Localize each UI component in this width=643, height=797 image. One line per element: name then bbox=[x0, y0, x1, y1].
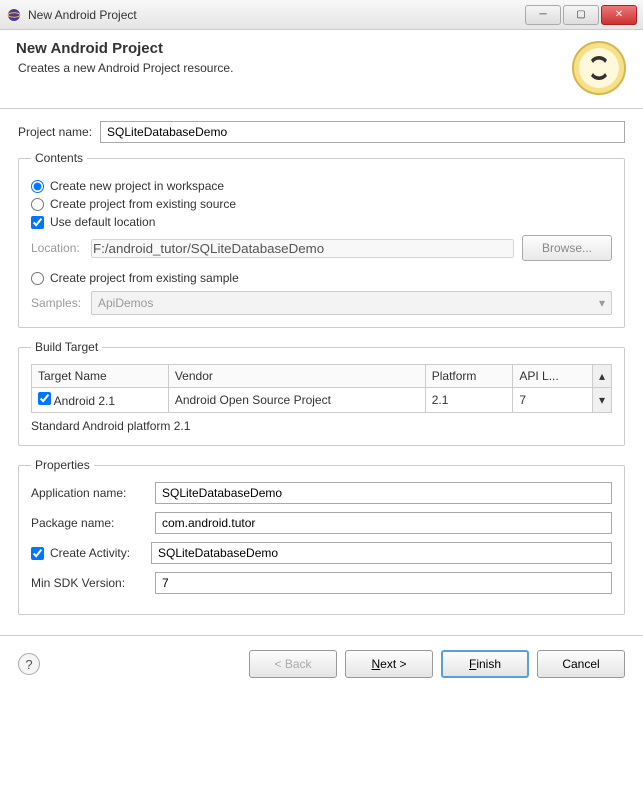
browse-button: Browse... bbox=[522, 235, 612, 261]
min-sdk-input[interactable] bbox=[155, 572, 612, 594]
back-button: < Back bbox=[249, 650, 337, 678]
help-icon: ? bbox=[25, 657, 32, 672]
android-badge-icon bbox=[571, 40, 627, 96]
next-button[interactable]: Next > bbox=[345, 650, 433, 678]
create-activity-input[interactable] bbox=[151, 542, 612, 564]
application-name-input[interactable] bbox=[155, 482, 612, 504]
opt-use-default[interactable]: Use default location bbox=[31, 215, 612, 229]
project-name-row: Project name: bbox=[18, 121, 625, 143]
minimize-button[interactable]: ─ bbox=[525, 5, 561, 25]
cancel-button[interactable]: Cancel bbox=[537, 650, 625, 678]
opt-existing-sample-radio[interactable] bbox=[31, 272, 44, 285]
close-button[interactable]: ✕ bbox=[601, 5, 637, 25]
application-name-row: Application name: bbox=[31, 482, 612, 504]
target-name: Android 2.1 bbox=[54, 394, 115, 408]
opt-new-workspace-radio[interactable] bbox=[31, 180, 44, 193]
wizard-footer: ? < Back Next > Finish Cancel bbox=[0, 635, 643, 692]
table-row[interactable]: Android 2.1 Android Open Source Project … bbox=[32, 388, 612, 413]
target-checkbox[interactable] bbox=[38, 392, 51, 405]
location-label: Location: bbox=[31, 241, 91, 255]
samples-value: ApiDemos bbox=[98, 296, 153, 310]
min-sdk-label: Min SDK Version: bbox=[31, 576, 147, 590]
finish-button[interactable]: Finish bbox=[441, 650, 529, 678]
target-vendor: Android Open Source Project bbox=[168, 388, 425, 413]
project-name-label: Project name: bbox=[18, 125, 92, 139]
eclipse-icon bbox=[6, 7, 22, 23]
col-target[interactable]: Target Name bbox=[32, 365, 169, 388]
package-name-label: Package name: bbox=[31, 516, 147, 530]
page-title: New Android Project bbox=[16, 40, 571, 57]
opt-existing-source-label: Create project from existing source bbox=[50, 197, 236, 211]
target-platform: 2.1 bbox=[425, 388, 513, 413]
project-name-input[interactable] bbox=[100, 121, 625, 143]
use-default-checkbox[interactable] bbox=[31, 216, 44, 229]
target-api: 7 bbox=[513, 388, 593, 413]
samples-select: ApiDemos ▾ bbox=[91, 291, 612, 315]
application-name-label: Application name: bbox=[31, 486, 147, 500]
window-title: New Android Project bbox=[28, 8, 523, 22]
properties-legend: Properties bbox=[31, 458, 94, 472]
build-target-table: Target Name Vendor Platform API L... ▴ A… bbox=[31, 364, 612, 413]
help-button[interactable]: ? bbox=[18, 653, 40, 675]
chevron-down-icon: ▾ bbox=[599, 296, 605, 310]
col-vendor[interactable]: Vendor bbox=[168, 365, 425, 388]
build-target-legend: Build Target bbox=[31, 340, 102, 354]
use-default-label: Use default location bbox=[50, 215, 155, 229]
properties-group: Properties Application name: Package nam… bbox=[18, 458, 625, 615]
opt-new-workspace-label: Create new project in workspace bbox=[50, 179, 224, 193]
col-api[interactable]: API L... bbox=[513, 365, 593, 388]
build-target-group: Build Target Target Name Vendor Platform… bbox=[18, 340, 625, 446]
opt-new-workspace[interactable]: Create new project in workspace bbox=[31, 179, 612, 193]
contents-group: Contents Create new project in workspace… bbox=[18, 151, 625, 328]
window-controls: ─ ▢ ✕ bbox=[523, 5, 637, 25]
create-activity-row: Create Activity: bbox=[31, 542, 612, 564]
table-header-row: Target Name Vendor Platform API L... ▴ bbox=[32, 365, 612, 388]
opt-existing-source-radio[interactable] bbox=[31, 198, 44, 211]
scroll-up-icon[interactable]: ▴ bbox=[592, 365, 611, 388]
create-activity-label: Create Activity: bbox=[50, 546, 130, 560]
location-row: Location: Browse... bbox=[31, 235, 612, 261]
location-input bbox=[91, 239, 514, 258]
opt-existing-source[interactable]: Create project from existing source bbox=[31, 197, 612, 211]
opt-existing-sample[interactable]: Create project from existing sample bbox=[31, 271, 612, 285]
package-name-input[interactable] bbox=[155, 512, 612, 534]
samples-row: Samples: ApiDemos ▾ bbox=[31, 291, 612, 315]
contents-legend: Contents bbox=[31, 151, 87, 165]
opt-existing-sample-label: Create project from existing sample bbox=[50, 271, 239, 285]
samples-label: Samples: bbox=[31, 296, 91, 310]
col-platform[interactable]: Platform bbox=[425, 365, 513, 388]
page-subtitle: Creates a new Android Project resource. bbox=[18, 61, 571, 75]
min-sdk-row: Min SDK Version: bbox=[31, 572, 612, 594]
window-titlebar: New Android Project ─ ▢ ✕ bbox=[0, 0, 643, 30]
maximize-button[interactable]: ▢ bbox=[563, 5, 599, 25]
build-target-note: Standard Android platform 2.1 bbox=[31, 419, 612, 433]
scroll-down-icon[interactable]: ▾ bbox=[592, 388, 611, 413]
wizard-header: New Android Project Creates a new Androi… bbox=[0, 30, 643, 109]
create-activity-checkbox[interactable] bbox=[31, 547, 44, 560]
package-name-row: Package name: bbox=[31, 512, 612, 534]
